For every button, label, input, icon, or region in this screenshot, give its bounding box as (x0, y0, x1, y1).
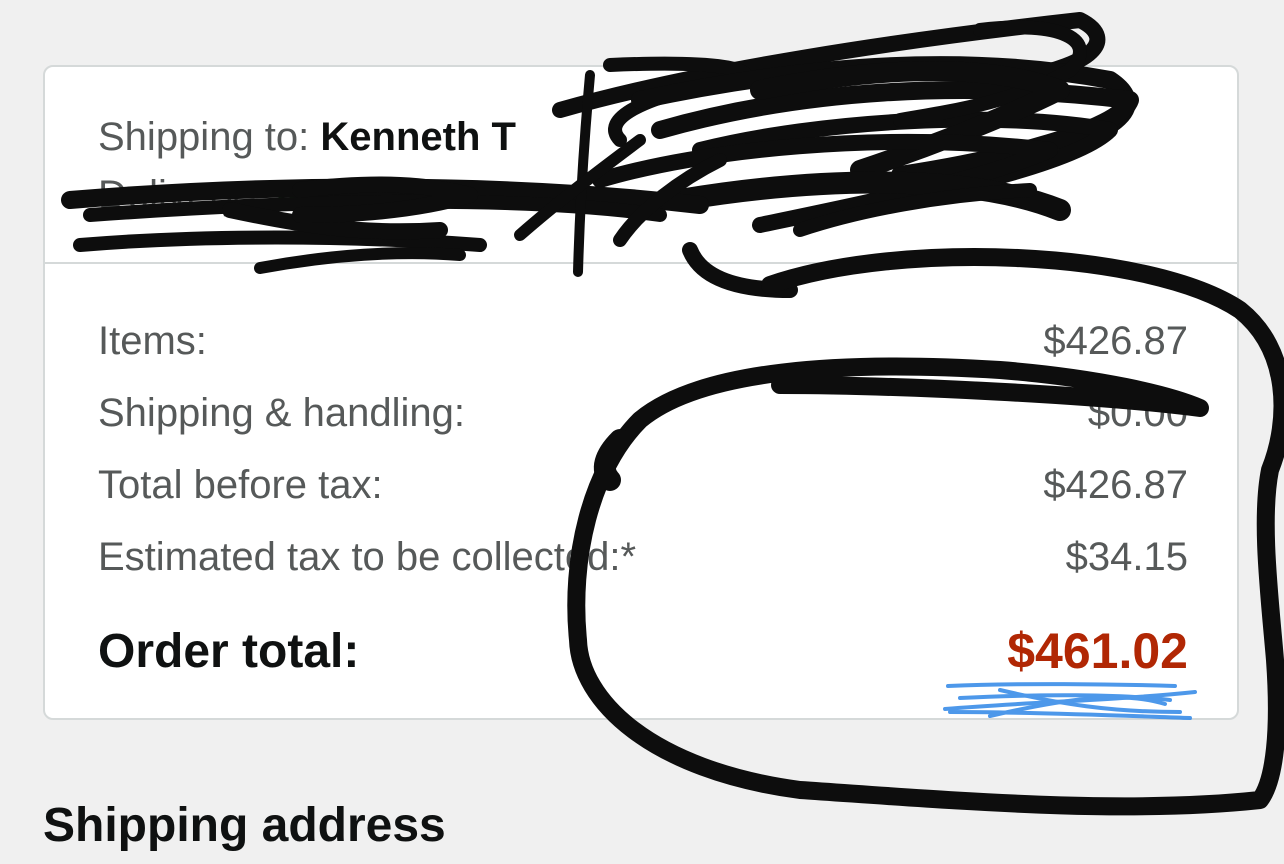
recipient-name: Kenneth T (320, 115, 516, 159)
delivery-date: June 3, 202 (264, 173, 481, 217)
items-label: Items: (98, 318, 207, 363)
order-total-label: Order total: (98, 624, 360, 678)
shipping-handling-value: $0.00 (1087, 390, 1188, 435)
order-review-screen: Shipping to: Kenneth T Delivery: June 3,… (0, 0, 1284, 864)
total-before-tax-value: $426.87 (1043, 462, 1188, 507)
shipping-to-label: Shipping to: (98, 115, 321, 159)
estimated-tax-value: $34.15 (1065, 534, 1188, 579)
order-total-row: Order total: $461.02 (98, 619, 1188, 683)
order-summary-card: Shipping to: Kenneth T Delivery: June 3,… (43, 65, 1239, 720)
estimated-tax-label: Estimated tax to be collected:* (98, 534, 637, 579)
items-row: Items: $426.87 (98, 305, 1188, 377)
delivery-line: Delivery: June 3, 202 (98, 169, 480, 221)
total-before-tax-label: Total before tax: (98, 462, 383, 507)
shipping-header[interactable]: Shipping to: Kenneth T Delivery: June 3,… (45, 67, 1237, 264)
shipping-handling-row: Shipping & handling: $0.00 (98, 377, 1188, 449)
price-breakdown: Items: $426.87 Shipping & handling: $0.0… (98, 305, 1188, 593)
shipping-address-heading: Shipping address (43, 799, 446, 852)
shipping-handling-label: Shipping & handling: (98, 390, 465, 435)
items-value: $426.87 (1043, 318, 1188, 363)
delivery-label: Delivery: (98, 173, 265, 217)
total-before-tax-row: Total before tax: $426.87 (98, 449, 1188, 521)
order-total-value: $461.02 (1007, 623, 1188, 679)
estimated-tax-row: Estimated tax to be collected:* $34.15 (98, 521, 1188, 593)
shipping-to-line: Shipping to: Kenneth T (98, 111, 1168, 163)
